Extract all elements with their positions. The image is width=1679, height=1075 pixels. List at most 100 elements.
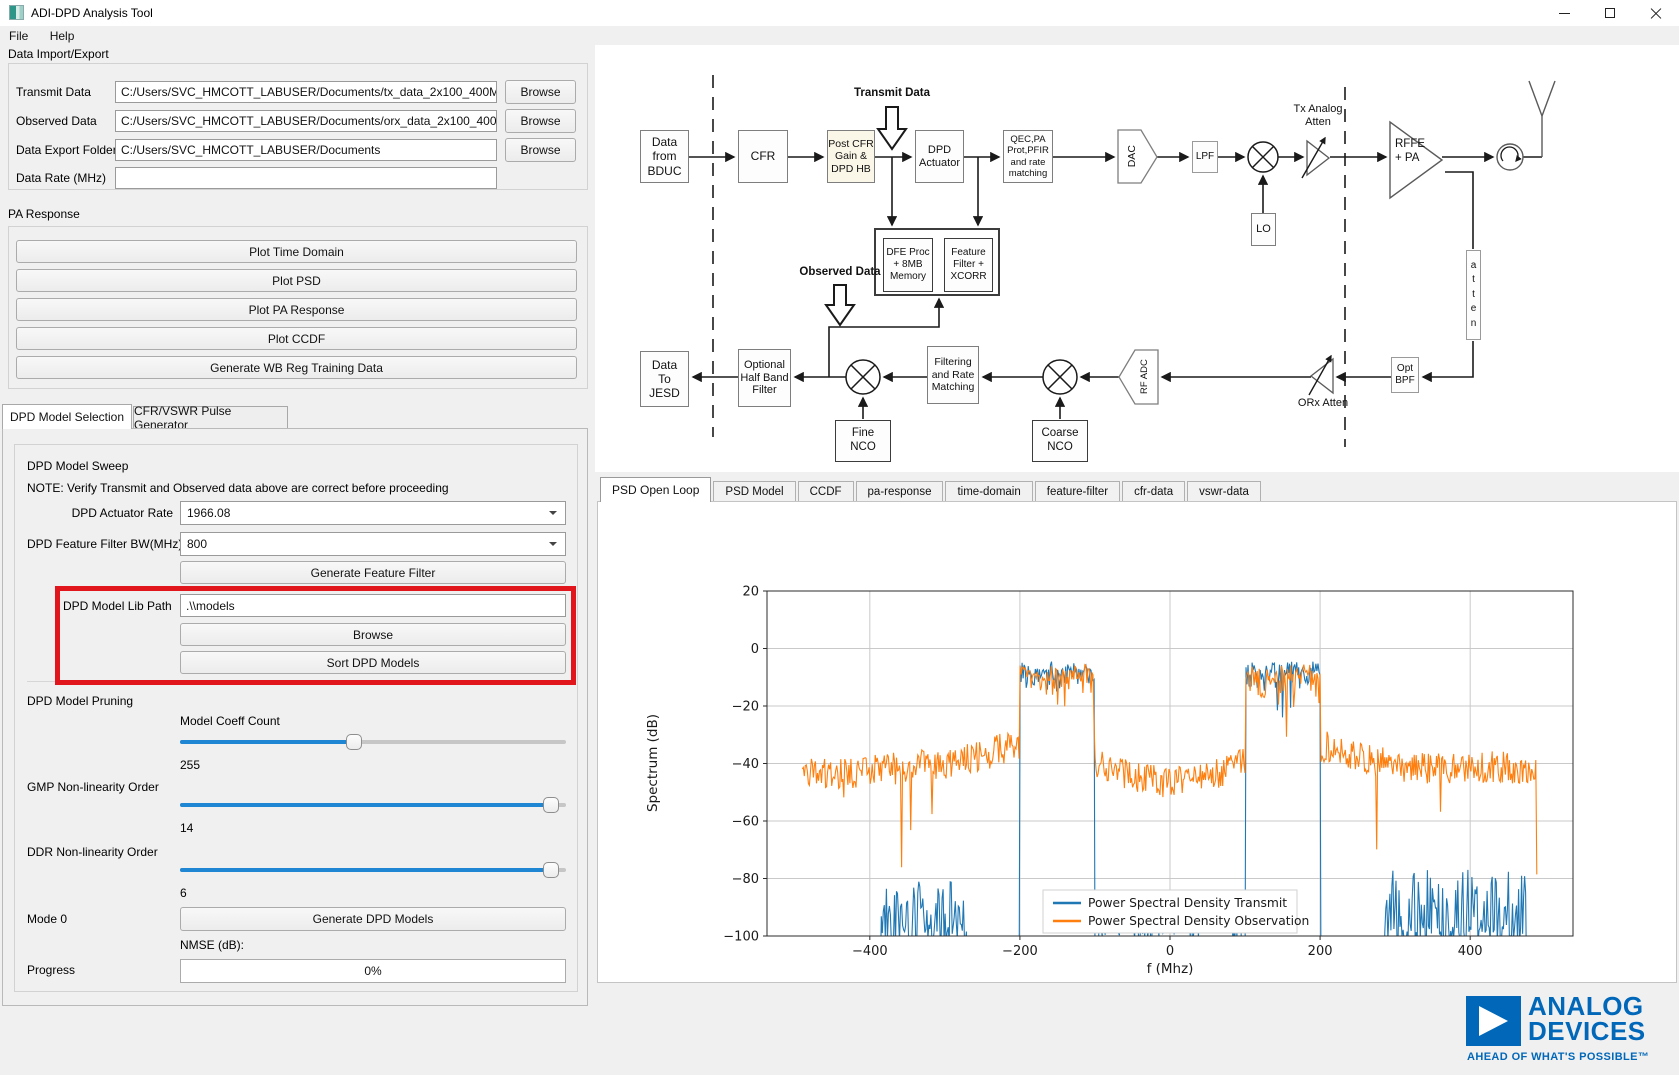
rffe-pa-label: RFFE + PA [1392,138,1434,166]
minimize-button[interactable] [1541,0,1587,26]
adi-triangle-icon [1466,996,1521,1046]
svg-text:−200: −200 [1002,944,1038,959]
plot-ccdf-button[interactable]: Plot CCDF [16,327,577,350]
svg-text:200: 200 [1308,944,1333,959]
block-lpf: LPF [1192,141,1218,173]
tab-ccdf[interactable]: CCDF [798,481,854,502]
window-title: ADI-DPD Analysis Tool [31,6,153,20]
generate-wb-reg-button[interactable]: Generate WB Reg Training Data [16,356,577,379]
svg-text:−80: −80 [732,872,759,887]
svg-text:−20: −20 [732,700,759,715]
lib-path-label: DPD Model Lib Path [63,599,172,613]
progress-label: Progress [27,963,75,977]
svg-text:20: 20 [742,585,759,600]
gmp-order-slider[interactable] [180,797,566,813]
nmse-label: NMSE (dB): [180,938,244,952]
svg-text:0: 0 [1166,944,1174,959]
block-lo: LO [1251,213,1276,246]
lib-path-browse-button[interactable]: Browse [180,623,566,646]
observed-data-label: Observed Data [16,114,97,128]
separator [27,681,565,682]
logo-devices: DEVICES [1528,1019,1646,1044]
transmit-data-browse-button[interactable]: Browse [505,80,576,104]
tab-feature-filter[interactable]: feature-filter [1035,481,1120,502]
tx-analog-atten-label: Tx Analog Atten [1285,103,1351,129]
coeff-count-slider[interactable] [180,734,566,750]
lib-path-input[interactable]: .\\models [180,594,566,617]
block-dpd-actuator: DPD Actuator [915,130,964,183]
coeff-count-value: 255 [180,758,200,772]
generate-dpd-models-button[interactable]: Generate DPD Models [180,907,566,931]
block-cfr: CFR [738,130,788,183]
signal-chain-diagram: Data from BDUC CFR Post CFR Gain & DPD H… [595,45,1679,472]
tab-psd-model[interactable]: PSD Model [713,481,795,502]
plot-tab-bar: PSD Open Loop PSD Model CCDF pa-response… [600,477,1263,502]
data-export-folder-label: Data Export Folder [16,143,117,157]
maximize-icon [1605,8,1615,18]
svg-text:−60: −60 [732,815,759,830]
data-export-browse-button[interactable]: Browse [505,138,576,162]
section-pa-response: PA Response [8,207,80,221]
observed-data-input[interactable]: C:/Users/SVC_HMCOTT_LABUSER/Documents/or… [115,110,497,132]
menu-file[interactable]: File [0,26,37,47]
orx-atten-label: ORx Atten [1289,397,1357,410]
svg-text:0: 0 [751,642,759,657]
slider-thumb[interactable] [346,734,362,750]
chevron-down-icon [549,542,557,550]
block-half-band-filter: Optional Half Band Filter [738,349,791,407]
analog-devices-logo: ANALOG DEVICES AHEAD OF WHAT'S POSSIBLE™ [1462,993,1677,1073]
svg-text:−100: −100 [723,930,759,945]
dac-label: DAC [1119,130,1145,183]
block-data-to-jesd: Data To JESD [640,351,689,407]
slider-thumb[interactable] [543,797,559,813]
menu-help[interactable]: Help [41,26,84,47]
tab-cfr-data[interactable]: cfr-data [1122,481,1185,502]
svg-text:−40: −40 [732,757,759,772]
legend-observation: Power Spectral Density Observation [1088,914,1309,928]
legend: Power Spectral Density Transmit Power Sp… [1043,890,1309,933]
svg-text:400: 400 [1458,944,1483,959]
actuator-rate-label: DPD Actuator Rate [27,506,173,520]
data-export-folder-input[interactable]: C:/Users/SVC_HMCOTT_LABUSER/Documents [115,139,497,161]
logo-tagline: AHEAD OF WHAT'S POSSIBLE™ [1467,1051,1649,1063]
block-fine-nco: Fine NCO [835,420,891,462]
legend-transmit: Power Spectral Density Transmit [1088,896,1287,910]
dpd-sweep-note: NOTE: Verify Transmit and Observed data … [27,481,449,495]
rf-adc-label: RF ADC [1131,350,1157,404]
tab-time-domain[interactable]: time-domain [945,481,1032,502]
feature-bw-combo[interactable]: 800 [180,532,566,556]
mode-label: Mode 0 [27,912,67,926]
close-button[interactable] [1633,0,1679,26]
observed-data-browse-button[interactable]: Browse [505,109,576,133]
actuator-rate-combo[interactable]: 1966.08 [180,501,566,525]
coeff-count-label: Model Coeff Count [180,714,280,728]
tab-psd-open-loop[interactable]: PSD Open Loop [600,477,711,502]
tab-pa-response[interactable]: pa-response [856,481,944,502]
plot-time-domain-button[interactable]: Plot Time Domain [16,240,577,263]
block-opt-bpf: Opt BPF [1391,357,1419,393]
data-rate-label: Data Rate (MHz) [16,171,106,185]
slider-thumb[interactable] [543,862,559,878]
sort-dpd-models-button[interactable]: Sort DPD Models [180,651,566,674]
observed-data-callout: Observed Data [783,266,897,280]
block-atten: a t t e n [1466,250,1481,340]
data-rate-input[interactable] [115,167,497,189]
maximize-button[interactable] [1587,0,1633,26]
gmp-order-label: GMP Non-linearity Order [27,780,159,794]
svg-text:−400: −400 [852,944,888,959]
plot-pa-response-button[interactable]: Plot PA Response [16,298,577,321]
progress-bar: 0% [180,959,566,983]
x-axis-label: f (Mhz) [1147,961,1194,977]
ddr-order-label: DDR Non-linearity Order [27,845,158,859]
block-dfe-proc: DFE Proc + 8MB Memory [883,238,933,292]
dpd-model-pruning-title: DPD Model Pruning [27,694,133,708]
tab-dpd-model-selection[interactable]: DPD Model Selection [2,404,132,429]
plot-psd-button[interactable]: Plot PSD [16,269,577,292]
tab-cfr-vswr-pulse-generator[interactable]: CFR/VSWR Pulse Generator [133,406,288,429]
generate-feature-filter-button[interactable]: Generate Feature Filter [180,561,566,584]
block-filtering-rate-matching: Filtering and Rate Matching [927,346,979,404]
tab-vswr-data[interactable]: vswr-data [1187,481,1261,502]
section-data-import-export: Data Import/Export [8,47,109,61]
transmit-data-input[interactable]: C:/Users/SVC_HMCOTT_LABUSER/Documents/tx… [115,81,497,103]
ddr-order-slider[interactable] [180,862,566,878]
